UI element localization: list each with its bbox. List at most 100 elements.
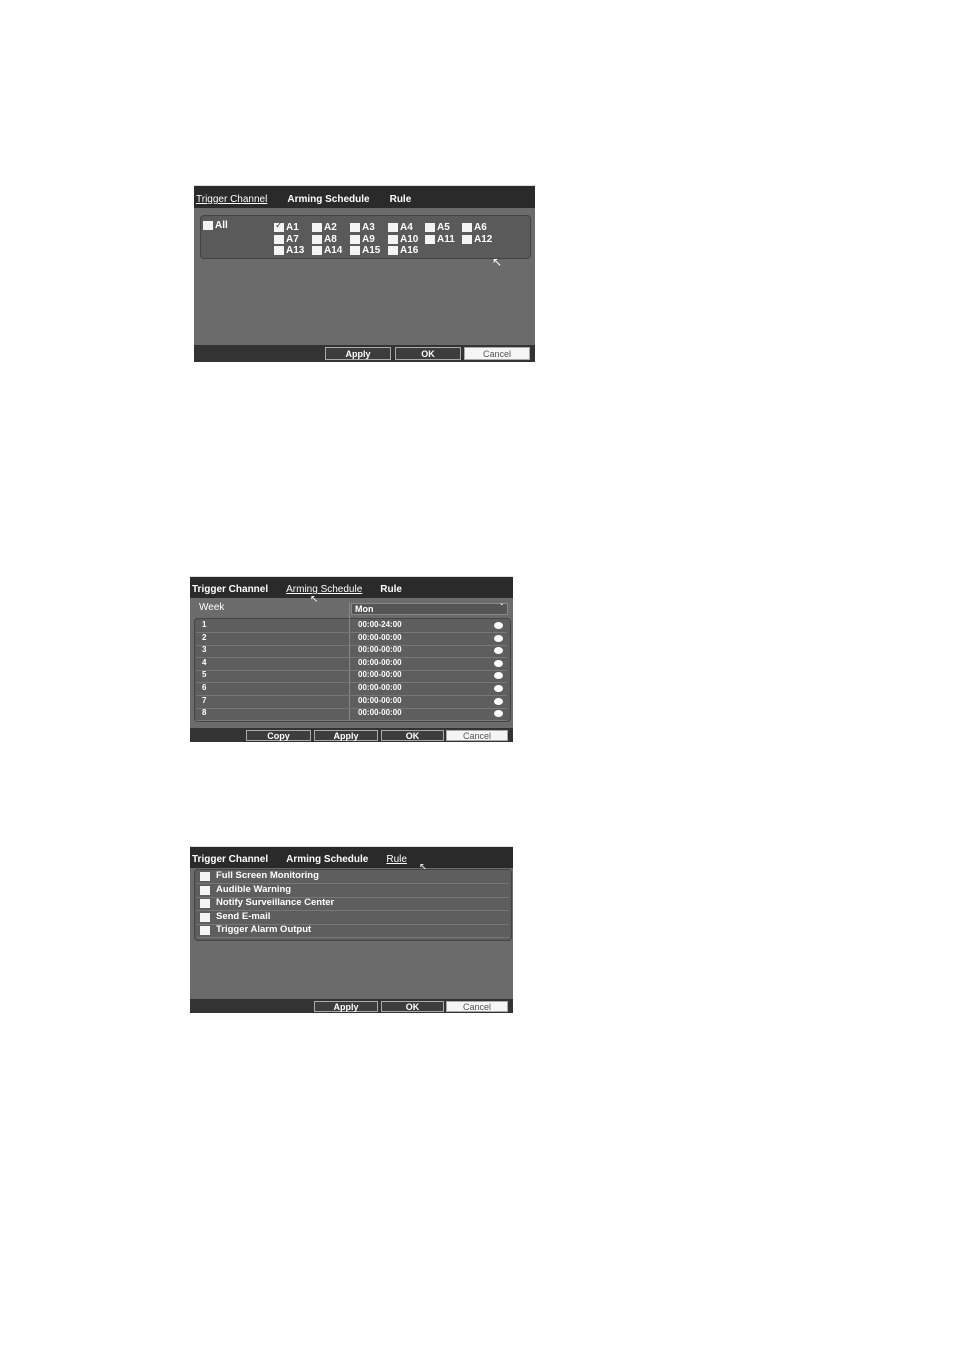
rule-checkbox[interactable]: [200, 899, 210, 909]
channel-label: A16: [400, 245, 419, 257]
edit-time-icon[interactable]: [494, 672, 503, 680]
channel-label: A12: [474, 234, 493, 246]
channel-checkbox[interactable]: [462, 235, 472, 245]
schedule-row-number: 8: [202, 708, 207, 718]
week-label: Week: [199, 602, 225, 613]
apply-button[interactable]: Apply: [314, 730, 378, 741]
schedule-row-number: 6: [202, 683, 207, 692]
ok-button[interactable]: OK: [381, 1001, 444, 1012]
schedule-row[interactable]: 1 00:00-24:00: [196, 620, 507, 633]
schedule-row[interactable]: 6 00:00-00:00: [196, 683, 507, 696]
channel-checkbox[interactable]: [274, 246, 284, 256]
edit-time-icon[interactable]: [494, 697, 503, 705]
tab-arming-schedule[interactable]: Arming Schedule: [286, 854, 368, 868]
schedule-row-time[interactable]: 00:00-00:00: [358, 670, 402, 679]
rule-screenshot: Trigger Channel Arming Schedule Rule ↖ F…: [190, 846, 513, 1013]
edit-time-icon[interactable]: [494, 647, 503, 655]
channel-label: A15: [362, 245, 381, 257]
week-header: Week: [196, 602, 349, 615]
channel-item[interactable]: A14: [312, 242, 342, 260]
tab-bar: Trigger Channel Arming Schedule Rule: [190, 847, 513, 868]
tab-rule[interactable]: Rule: [390, 194, 412, 208]
rule-item[interactable]: Send E-mail: [196, 911, 509, 925]
channel-label: A13: [286, 245, 305, 257]
button-bar: Copy Apply OK Cancel: [190, 728, 513, 742]
edit-time-icon[interactable]: [494, 685, 503, 692]
tab-rule[interactable]: Rule: [380, 584, 402, 598]
channel-item[interactable]: A11: [425, 231, 455, 249]
channel-item[interactable]: A15: [350, 242, 380, 260]
rule-label: Notify Surveillance Center: [216, 897, 335, 909]
ok-button[interactable]: OK: [395, 347, 461, 360]
schedule-row-time[interactable]: 00:00-00:00: [358, 696, 402, 705]
channel-label: A14: [324, 245, 343, 257]
schedule-row[interactable]: 4 00:00-00:00: [196, 658, 507, 671]
schedule-row-number: 5: [202, 670, 207, 680]
rule-label: Full Screen Monitoring: [216, 870, 319, 881]
day-select-value: Mon: [355, 604, 374, 614]
tab-trigger-channel[interactable]: Trigger Channel: [192, 584, 268, 598]
channel-item[interactable]: A12: [462, 231, 492, 249]
apply-button[interactable]: Apply: [325, 347, 391, 360]
schedule-row-time[interactable]: 00:00-00:00: [358, 645, 402, 654]
rule-item[interactable]: Trigger Alarm Output: [196, 924, 509, 939]
rule-checkbox[interactable]: [200, 885, 210, 895]
tab-trigger-channel[interactable]: Trigger Channel: [196, 194, 267, 208]
schedule-row-time[interactable]: 00:00-00:00: [358, 708, 402, 717]
chevron-down-icon: ˇ: [500, 603, 503, 612]
rule-item[interactable]: Full Screen Monitoring: [196, 870, 509, 884]
all-checkbox-item[interactable]: All: [203, 217, 228, 235]
copy-button[interactable]: Copy: [246, 730, 311, 741]
channel-checkbox[interactable]: [388, 246, 398, 256]
rule-item[interactable]: Notify Surveillance Center: [196, 897, 509, 912]
channel-label: A11: [437, 234, 455, 246]
rule-checkbox[interactable]: [200, 872, 210, 881]
tab-rule[interactable]: Rule: [386, 854, 407, 868]
button-bar: Apply OK Cancel: [194, 345, 535, 362]
edit-time-icon[interactable]: [494, 659, 503, 667]
all-checkbox[interactable]: [203, 221, 213, 231]
edit-time-icon[interactable]: [494, 710, 503, 718]
rule-item[interactable]: Audible Warning: [196, 884, 509, 898]
cancel-button[interactable]: Cancel: [446, 1001, 508, 1012]
channel-checkbox[interactable]: [312, 246, 322, 256]
schedule-row[interactable]: 3 00:00-00:00: [196, 645, 507, 659]
schedule-row-time[interactable]: 00:00-00:00: [358, 633, 402, 642]
schedule-row[interactable]: 2 00:00-00:00: [196, 633, 507, 646]
rule-checkbox[interactable]: [200, 926, 210, 936]
schedule-row-number: 4: [202, 657, 207, 667]
tab-trigger-channel[interactable]: Trigger Channel: [192, 854, 268, 868]
cancel-button[interactable]: Cancel: [464, 347, 530, 360]
schedule-row-time[interactable]: 00:00-24:00: [358, 620, 402, 629]
schedule-row[interactable]: 7 00:00-00:00: [196, 696, 507, 709]
rule-label: Send E-mail: [216, 910, 271, 922]
rule-label: Audible Warning: [216, 883, 292, 895]
tab-arming-schedule[interactable]: Arming Schedule: [286, 584, 362, 598]
edit-time-icon[interactable]: [494, 622, 503, 629]
tab-arming-schedule[interactable]: Arming Schedule: [287, 194, 369, 208]
edit-time-icon[interactable]: [494, 634, 503, 642]
cancel-button[interactable]: Cancel: [446, 730, 508, 741]
button-bar: Apply OK Cancel: [190, 999, 513, 1013]
tab-bar: Trigger Channel Arming Schedule Rule: [190, 577, 513, 598]
channel-item[interactable]: A16: [388, 242, 418, 260]
schedule-row-time[interactable]: 00:00-00:00: [358, 658, 402, 667]
schedule-row[interactable]: 5 00:00-00:00: [196, 670, 507, 684]
schedule-row-time[interactable]: 00:00-00:00: [358, 683, 402, 692]
channel-checkbox[interactable]: [425, 235, 435, 245]
channel-checkbox[interactable]: [350, 246, 360, 256]
channel-item[interactable]: A13: [274, 242, 304, 260]
mouse-cursor-icon: ↖: [492, 255, 503, 269]
day-select[interactable]: Mon ˇ: [351, 603, 508, 615]
schedule-row[interactable]: 8 00:00-00:00: [196, 708, 507, 722]
schedule-row-number: 2: [202, 632, 207, 642]
arming-schedule-screenshot: Trigger Channel Arming Schedule Rule ↖ W…: [190, 576, 513, 742]
rule-label: Trigger Alarm Output: [216, 924, 312, 936]
schedule-row-number: 1: [202, 620, 207, 629]
ok-button[interactable]: OK: [381, 730, 444, 741]
rule-checkbox[interactable]: [200, 912, 210, 922]
schedule-row-number: 3: [202, 645, 207, 655]
schedule-row-number: 7: [202, 695, 207, 705]
apply-button[interactable]: Apply: [314, 1001, 378, 1012]
tab-bar: Trigger Channel Arming Schedule Rule: [194, 186, 535, 208]
